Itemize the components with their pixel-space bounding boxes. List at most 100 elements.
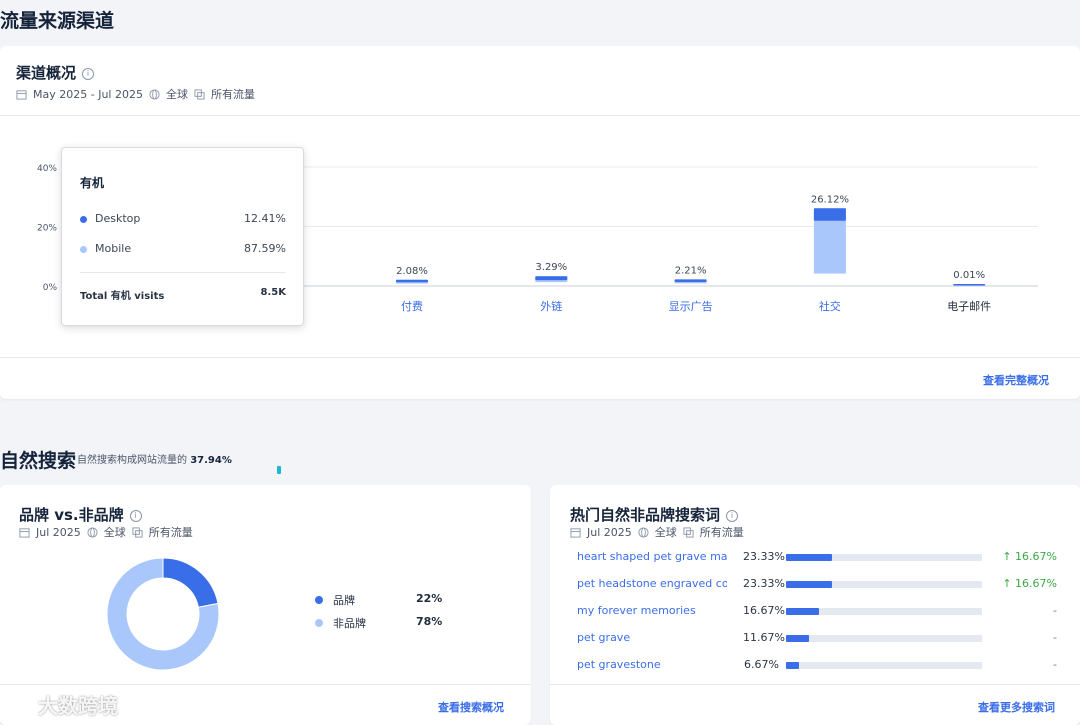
keyword-row: heart shaped pet grave mar... 23.33% ↑ 16.… bbox=[577, 550, 1057, 566]
globe-icon bbox=[87, 526, 98, 538]
keywords-region[interactable]: 全球 bbox=[655, 524, 677, 540]
bar-desktop[interactable] bbox=[953, 284, 986, 286]
organic-section-title: 自然搜索 bbox=[0, 450, 77, 472]
keyword-row: pet headstone engraved co... 23.33% ↑ 16.6… bbox=[577, 577, 1057, 593]
tooltip-total-label: Total 有机 visits bbox=[80, 291, 165, 302]
watermark-text: 大数跨境 bbox=[38, 694, 118, 718]
keyword-share-fill bbox=[786, 608, 819, 615]
keywords-meta: Jul 2025 全球 所有流量 bbox=[570, 524, 744, 540]
legend-brand-value: 22% bbox=[416, 592, 443, 605]
watermark-logo-icon bbox=[9, 695, 33, 714]
keyword-share: 16.67% bbox=[743, 604, 785, 617]
brand-card-title: 品牌 vs.非品牌 i bbox=[19, 504, 142, 525]
x-category-label[interactable]: 付费 bbox=[401, 300, 423, 313]
brand-traffic[interactable]: 所有流量 bbox=[149, 524, 193, 540]
y-tick-label: 20% bbox=[37, 224, 57, 234]
overview-divider-bottom bbox=[0, 357, 1080, 358]
bar-desktop[interactable] bbox=[813, 208, 846, 221]
keyword-share-bar bbox=[786, 581, 982, 588]
keyword-term-link[interactable]: pet grave bbox=[577, 631, 727, 644]
calendar-icon bbox=[19, 527, 30, 538]
legend-nonbrand-value: 78% bbox=[416, 615, 443, 628]
keywords-traffic[interactable]: 所有流量 bbox=[700, 524, 744, 540]
brand-dot bbox=[315, 596, 323, 604]
keyword-share: 6.67% bbox=[744, 658, 779, 671]
x-category-label[interactable]: 电子邮件 bbox=[947, 300, 991, 313]
brand-donut-chart bbox=[106, 557, 220, 671]
organic-subtitle-value: 37.94% bbox=[190, 455, 232, 466]
brand-region[interactable]: 全球 bbox=[104, 524, 126, 540]
bar-desktop[interactable] bbox=[396, 279, 428, 283]
x-category-label[interactable]: 显示广告 bbox=[669, 300, 713, 313]
keyword-share-fill bbox=[786, 581, 832, 588]
x-category-label[interactable]: 外链 bbox=[540, 299, 562, 313]
legend-label: 非品牌 bbox=[333, 617, 366, 630]
x-category-label[interactable]: 社交 bbox=[819, 299, 841, 313]
bar-desktop[interactable] bbox=[535, 276, 568, 281]
bar-value-label: 0.01% bbox=[953, 270, 985, 281]
keyword-change: ↑ 16.67% bbox=[1002, 577, 1057, 590]
legend-label: 品牌 bbox=[333, 594, 355, 607]
globe-icon bbox=[638, 526, 649, 538]
keyword-share-fill bbox=[786, 635, 809, 642]
keyword-change: - bbox=[1053, 658, 1057, 671]
traffic-icon bbox=[683, 526, 694, 538]
keyword-share-fill bbox=[786, 662, 800, 669]
keyword-term-link[interactable]: pet headstone engraved co... bbox=[577, 577, 727, 590]
calendar-icon bbox=[570, 527, 581, 538]
brand-vs-nonbrand-card: 品牌 vs.非品牌 i Jul 2025 全球 所有流量 品牌 22% 非品牌 7… bbox=[0, 485, 531, 725]
scroll-marker bbox=[277, 466, 281, 474]
tooltip-total: Total 有机 visits 8.5K bbox=[80, 287, 286, 302]
brand-meta: Jul 2025 全球 所有流量 bbox=[19, 524, 193, 540]
bar-value-label: 26.12% bbox=[811, 194, 849, 205]
keyword-row: my forever memories 16.67% - bbox=[577, 604, 1057, 620]
view-search-overview-link[interactable]: 查看搜索概况 bbox=[438, 699, 504, 715]
info-icon[interactable]: i bbox=[726, 509, 739, 522]
brand-title-text: 品牌 vs.非品牌 bbox=[19, 506, 124, 524]
tooltip-row-value: 87.59% bbox=[244, 242, 286, 255]
keyword-term-link[interactable]: my forever memories bbox=[577, 604, 727, 617]
keywords-date[interactable]: Jul 2025 bbox=[587, 526, 632, 539]
y-tick-label: 0% bbox=[43, 283, 58, 293]
brand-date[interactable]: Jul 2025 bbox=[36, 526, 81, 539]
keyword-row: pet gravestone 6.67% - bbox=[577, 658, 1057, 674]
info-icon[interactable]: i bbox=[129, 509, 142, 522]
view-full-overview-link[interactable]: 查看完整概况 bbox=[983, 372, 1049, 388]
page-title: 流量来源渠道 bbox=[0, 10, 115, 32]
bar-value-label: 2.08% bbox=[396, 266, 428, 277]
tooltip-title: 有机 bbox=[80, 176, 105, 190]
keyword-share-bar bbox=[786, 635, 982, 642]
keyword-share-bar bbox=[786, 662, 982, 669]
y-tick-label: 40% bbox=[37, 164, 57, 174]
tooltip-row-label: Mobile bbox=[95, 242, 132, 255]
bar-value-label: 2.21% bbox=[675, 265, 707, 276]
keyword-share: 23.33% bbox=[743, 577, 785, 590]
organic-subtitle-text: 自然搜索构成网站流量的 bbox=[77, 455, 187, 466]
tooltip-divider bbox=[80, 272, 286, 273]
mobile-dot bbox=[80, 245, 87, 253]
keywords-title-text: 热门自然非品牌搜索词 bbox=[570, 506, 721, 524]
view-more-keywords-link[interactable]: 查看更多搜索词 bbox=[978, 699, 1055, 715]
donut-slice[interactable] bbox=[162, 557, 219, 608]
tooltip-row-mobile: Mobile 87.59% bbox=[80, 242, 286, 255]
keyword-share: 23.33% bbox=[743, 550, 785, 563]
keywords-card-title: 热门自然非品牌搜索词 i bbox=[570, 504, 739, 525]
nonbrand-dot bbox=[315, 619, 323, 627]
tooltip-row-value: 12.41% bbox=[244, 212, 286, 225]
keyword-term-link[interactable]: pet gravestone bbox=[577, 658, 727, 671]
brand-divider bbox=[0, 684, 531, 685]
keyword-change: - bbox=[1053, 631, 1057, 644]
legend-brand[interactable]: 品牌 bbox=[315, 592, 355, 608]
keyword-share-bar bbox=[786, 608, 982, 615]
desktop-dot bbox=[80, 215, 87, 223]
bar-value-label: 3.29% bbox=[535, 262, 567, 273]
watermark: 大数跨境 bbox=[8, 690, 118, 719]
legend-nonbrand[interactable]: 非品牌 bbox=[315, 615, 366, 631]
bar-desktop[interactable] bbox=[674, 279, 707, 283]
keyword-change: ↑ 16.67% bbox=[1002, 550, 1057, 563]
keyword-term-link[interactable]: heart shaped pet grave mar... bbox=[577, 550, 727, 563]
keywords-divider bbox=[550, 684, 1080, 685]
tooltip-row-desktop: Desktop 12.41% bbox=[80, 212, 286, 225]
traffic-icon bbox=[132, 526, 143, 538]
keyword-change: - bbox=[1053, 604, 1057, 617]
